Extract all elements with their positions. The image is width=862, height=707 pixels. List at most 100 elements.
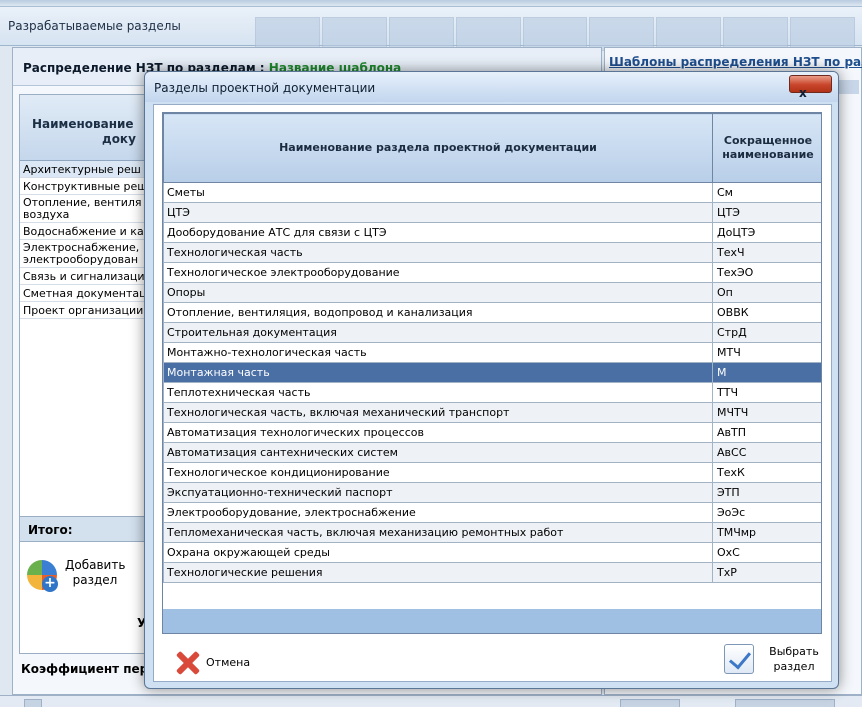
section-short-cell[interactable]: ДоЦТЭ — [712, 222, 821, 243]
table-row[interactable]: Экспуатационно-технический паспорт ЭТП — [163, 482, 821, 503]
section-short-cell[interactable]: ЦТЭ — [712, 202, 821, 223]
section-short-cell[interactable]: ОхС — [712, 542, 821, 563]
section-short-cell[interactable]: АвСС — [712, 442, 821, 463]
dialog-body: Наименование раздела проектной документа… — [153, 104, 832, 682]
top-strip — [0, 0, 862, 7]
section-name-cell[interactable]: Автоматизация сантехнических систем — [163, 442, 713, 463]
section-name-cell[interactable]: Технологическое электрооборудование — [163, 262, 713, 283]
section-name-cell[interactable]: Электрооборудование, электроснабжение — [163, 502, 713, 523]
list-item[interactable]: Водоснабжение и ка — [20, 223, 158, 240]
section-name-cell[interactable]: Опоры — [163, 282, 713, 303]
section-name-cell[interactable]: Отопление, вентиляция, водопровод и кана… — [163, 302, 713, 323]
table-row[interactable]: Технологическое кондиционирование ТехК — [163, 462, 821, 483]
section-short-cell[interactable]: МТЧ — [712, 342, 821, 363]
toolbar-icon[interactable] — [24, 699, 42, 707]
templates-panel-title[interactable]: Шаблоны распределения НЗТ по разд — [609, 55, 862, 69]
section-short-cell[interactable]: См — [712, 182, 821, 203]
checkmark-icon — [724, 644, 754, 674]
sections-grid-header-line2: доку — [102, 132, 136, 146]
section-short-cell[interactable]: Оп — [712, 282, 821, 303]
list-item[interactable]: Связь и сигнализаци — [20, 268, 158, 285]
table-row[interactable]: Технологические решения ТхР — [163, 562, 821, 583]
screen: Разрабатываемые разделы Распределение НЗ… — [0, 0, 862, 707]
section-short-cell[interactable]: ТехК — [712, 462, 821, 483]
section-short-cell[interactable]: ТехЧ — [712, 242, 821, 263]
select-label-line1: Выбрать — [769, 645, 819, 658]
add-section-label: Добавить раздел — [65, 558, 126, 587]
table-row[interactable]: Опоры Оп — [163, 282, 821, 303]
list-item[interactable]: Конструктивные реш — [20, 178, 158, 195]
section-name-cell[interactable]: ЦТЭ — [163, 202, 713, 223]
section-name-cell[interactable]: Строительная документация — [163, 322, 713, 343]
column-header-short-line2: наименование — [722, 148, 814, 161]
section-short-cell[interactable]: АвТП — [712, 422, 821, 443]
sections-grid-header-line1: Наименование — [32, 117, 134, 131]
list-item[interactable]: Сметная документац — [20, 285, 158, 302]
table-row[interactable]: Сметы См — [163, 182, 821, 203]
section-short-cell[interactable]: ЭТП — [712, 482, 821, 503]
coefficient-label: Коэффициент пер — [21, 662, 149, 676]
section-name-cell[interactable]: Сметы — [163, 182, 713, 203]
table-row[interactable]: Автоматизация сантехнических систем АвСС — [163, 442, 821, 463]
list-item[interactable]: Отопление, вентиля воздуха — [20, 195, 158, 223]
table-row[interactable]: Теплотехническая часть ТТЧ — [163, 382, 821, 403]
section-name-cell[interactable]: Технологические решения — [163, 562, 713, 583]
table-row[interactable]: Автоматизация технологических процессов А… — [163, 422, 821, 443]
total-row: Итого: — [19, 516, 159, 542]
sections-table-body: Сметы См ЦТЭ ЦТЭ Дооборудование АТС для связ… — [163, 182, 821, 583]
table-row[interactable]: Отопление, вентиляция, водопровод и кана… — [163, 302, 821, 323]
section-name-cell[interactable]: Охрана окружающей среды — [163, 542, 713, 563]
table-row[interactable]: Строительная документация СтрД — [163, 322, 821, 343]
list-item[interactable]: Электроснабжение, электрооборудован — [20, 240, 158, 268]
section-name-cell[interactable]: Дооборудование АТС для связи с ЦТЭ — [163, 222, 713, 243]
section-short-cell[interactable]: ЭоЭс — [712, 502, 821, 523]
section-short-cell[interactable]: ОВВК — [712, 302, 821, 323]
table-row[interactable]: Дооборудование АТС для связи с ЦТЭ ДоЦТЭ — [163, 222, 821, 243]
section-name-cell[interactable]: Экспуатационно-технический паспорт — [163, 482, 713, 503]
select-label-line2: раздел — [773, 660, 815, 673]
table-row[interactable]: Технологическая часть, включая механичес… — [163, 402, 821, 423]
table-row[interactable]: Технологическая часть ТехЧ — [163, 242, 821, 263]
section-name-cell[interactable]: Монтажно-технологическая часть — [163, 342, 713, 363]
section-name-cell[interactable]: Технологическая часть — [163, 242, 713, 263]
section-short-cell[interactable]: М — [712, 362, 821, 383]
sections-table: Наименование раздела проектной документа… — [163, 113, 821, 583]
close-icon: x — [799, 86, 807, 100]
section-short-cell[interactable]: ТхР — [712, 562, 821, 583]
section-short-cell[interactable]: СтрД — [712, 322, 821, 343]
list-item[interactable]: Проект организации — [20, 302, 158, 319]
list-item[interactable]: Архитектурные реш — [20, 161, 158, 178]
sections-table-wrapper[interactable]: Наименование раздела проектной документа… — [162, 112, 822, 634]
cancel-label: Отмена — [206, 656, 251, 669]
toolbar-button[interactable] — [735, 699, 835, 707]
section-name-cell[interactable]: Технологическая часть, включая механичес… — [163, 402, 713, 423]
table-row[interactable]: Технологическое электрооборудование ТехЭО — [163, 262, 821, 283]
toolbar-button[interactable] — [620, 699, 680, 707]
background-column-headers — [255, 17, 856, 51]
section-short-cell[interactable]: МЧТЧ — [712, 402, 821, 423]
dialog-titlebar[interactable]: Разделы проектной документации x — [145, 72, 838, 102]
section-name-cell[interactable]: Теплотехническая часть — [163, 382, 713, 403]
table-row[interactable]: Охрана окружающей среды ОхС — [163, 542, 821, 563]
add-section-button[interactable]: + Добавить раздел — [27, 556, 147, 604]
bottom-toolbar — [0, 695, 862, 707]
section-name-cell[interactable]: Монтажная часть — [163, 362, 713, 383]
table-row[interactable]: Монтажная часть М — [163, 362, 821, 383]
table-row[interactable]: ЦТЭ ЦТЭ — [163, 202, 821, 223]
dialog-title: Разделы проектной документации — [154, 81, 376, 95]
section-name-cell[interactable]: Тепломеханическая часть, включая механиз… — [163, 522, 713, 543]
section-short-cell[interactable]: ТМЧмр — [712, 522, 821, 543]
section-name-cell[interactable]: Автоматизация технологических процессов — [163, 422, 713, 443]
section-name-cell[interactable]: Технологическое кондиционирование — [163, 462, 713, 483]
column-header-short[interactable]: Сокращенное наименование — [712, 113, 821, 183]
section-short-cell[interactable]: ТехЭО — [712, 262, 821, 283]
cancel-button[interactable]: Отмена — [174, 648, 284, 676]
select-section-button[interactable]: Выбрать раздел — [724, 640, 830, 680]
table-row[interactable]: Тепломеханическая часть, включая механиз… — [163, 522, 821, 543]
close-button[interactable]: x — [789, 75, 832, 100]
section-short-cell[interactable]: ТТЧ — [712, 382, 821, 403]
table-row[interactable]: Монтажно-технологическая часть МТЧ — [163, 342, 821, 363]
sections-grid-header[interactable]: Наименование доку — [20, 95, 158, 161]
table-row[interactable]: Электрооборудование, электроснабжение ЭоЭ… — [163, 502, 821, 523]
column-header-name[interactable]: Наименование раздела проектной документа… — [163, 113, 713, 183]
